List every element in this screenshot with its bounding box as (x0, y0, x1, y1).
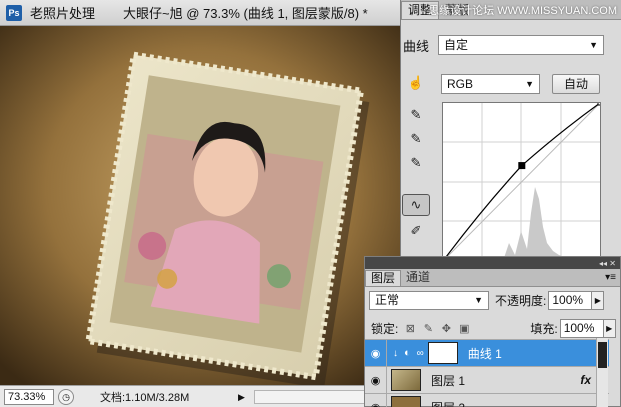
layer-name: 图层 1 (431, 373, 466, 388)
clip-icon: ↓ (393, 347, 398, 359)
curve-tools: ☝ ✎ ✎ ✎ ∿ ✐ (400, 70, 434, 262)
layer-row-layer2[interactable]: ◉ 图层 2 (365, 393, 609, 407)
blend-mode-value: 正常 (375, 293, 400, 307)
layers-panel-header: ◂◂ ✕ (365, 257, 620, 269)
pencil-icon[interactable]: ✐ (402, 220, 430, 242)
layer-name: 曲线 1 (467, 346, 502, 361)
chevron-down-icon: ▼ (589, 40, 598, 50)
opacity-label: 不透明度: (495, 294, 547, 308)
lock-icon[interactable]: ▣ (458, 323, 470, 335)
layer-thumbnail (391, 369, 421, 391)
preset-value: 自定 (444, 38, 469, 52)
blend-mode-select[interactable]: 正常 ▼ (369, 291, 489, 310)
curve-svg (440, 100, 603, 264)
adjustment-layer-icon: ◐ (404, 347, 411, 359)
fill-field[interactable]: 100% (559, 319, 604, 338)
layers-scrollbar[interactable] (596, 338, 608, 407)
status-arrow-icon[interactable]: ▶ (238, 390, 250, 404)
brush-icon[interactable]: ✎ (422, 323, 434, 335)
preset-select[interactable]: 自定 ▼ (438, 35, 604, 55)
document-title: 大眼仔~旭 @ 73.3% (曲线 1, 图层蒙版/8) * (123, 6, 368, 21)
fill-arrow-icon[interactable]: ▶ (603, 319, 616, 338)
fx-icon[interactable]: fx (580, 373, 591, 387)
scrollbar-thumb[interactable] (598, 342, 607, 368)
tab-layers[interactable]: 图层 (365, 270, 402, 286)
lock-row: 锁定: ⊠ ✎ ✥ ▣ 填充: 100% ▶ (365, 319, 620, 338)
lock-label: 锁定: (371, 322, 399, 336)
opacity-arrow-icon[interactable]: ▶ (592, 291, 605, 310)
layers-tabs: 图层 通道 ▾≡ (365, 269, 620, 287)
status-menu-icon[interactable]: ◷ (58, 388, 74, 405)
hand-adjust-icon[interactable]: ☝ (402, 72, 430, 94)
curve-graph[interactable] (440, 100, 603, 264)
eyedropper-black-icon[interactable]: ✎ (402, 104, 430, 126)
layer-row-layer1[interactable]: ◉ 图层 1 fx (365, 366, 609, 394)
fill-label: 填充: (530, 322, 558, 336)
eye-icon[interactable]: ◉ (365, 339, 387, 367)
layer-mask-thumbnail[interactable] (427, 342, 458, 364)
chevron-down-icon: ▼ (525, 79, 534, 89)
blend-row: 正常 ▼ 不透明度: 100% ▶ (365, 291, 620, 310)
layer-thumbnail (391, 396, 421, 407)
panel-menu-icon[interactable]: ▾≡ (605, 272, 616, 283)
layer-row-curves[interactable]: ◉ ↓ ◐ ∞ 曲线 1 (365, 339, 609, 367)
zoom-field[interactable]: 73.33% (4, 388, 54, 405)
link-icon: ∞ (416, 347, 424, 359)
document-canvas[interactable] (0, 26, 400, 385)
preset-label: 曲线 (403, 39, 430, 54)
curve-control-point[interactable] (518, 162, 526, 170)
eyedropper-gray-icon[interactable]: ✎ (402, 128, 430, 150)
channel-value: RGB (447, 77, 474, 91)
opacity-field[interactable]: 100% (548, 291, 593, 310)
document-info: 文档:1.10M/3.28M (100, 391, 190, 404)
curve-icon[interactable]: ∿ (402, 194, 430, 216)
auto-button[interactable]: 自动 (552, 74, 600, 94)
collapse-icon[interactable]: ◂◂ ✕ (599, 259, 616, 268)
eye-icon[interactable]: ◉ (365, 393, 387, 407)
status-bar: 73.33% ◷ 文档:1.10M/3.28M ▶ (0, 385, 400, 407)
title-bar: Ps 老照片处理 大眼仔~旭 @ 73.3% (曲线 1, 图层蒙版/8) * (0, 0, 400, 26)
move-icon[interactable]: ✥ (440, 323, 452, 335)
channel-select[interactable]: RGB ▼ (441, 74, 540, 94)
eyedropper-white-icon[interactable]: ✎ (402, 152, 430, 174)
layers-panel: ◂◂ ✕ 图层 通道 ▾≡ 正常 ▼ 不透明度: 100% ▶ 锁定: ⊠ ✎ … (364, 256, 621, 407)
canvas-artwork (0, 26, 400, 385)
watermark: 思缘设计论坛 WWW.MISSYUAN.COM (428, 5, 617, 17)
curve-control-point[interactable] (597, 100, 603, 106)
tab-channels[interactable]: 通道 (401, 270, 435, 286)
adjustments-tabs: 调整 蒙版 思缘设计论坛 WWW.MISSYUAN.COM (401, 0, 621, 20)
chevron-down-icon: ▼ (474, 295, 483, 305)
eye-icon[interactable]: ◉ (365, 366, 387, 394)
layer-name: 图层 2 (431, 399, 465, 407)
photoshop-logo: Ps (6, 4, 22, 21)
app-tab-title[interactable]: 老照片处理 (30, 3, 95, 22)
lock-transparency-icon[interactable]: ⊠ (404, 323, 416, 335)
